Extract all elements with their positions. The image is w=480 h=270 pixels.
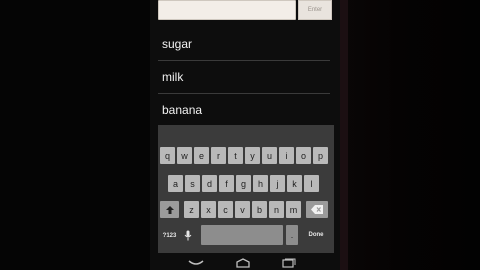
- key-u[interactable]: u: [262, 147, 277, 164]
- home-icon: [236, 257, 250, 268]
- device-bezel-left: [0, 0, 150, 270]
- key-l[interactable]: l: [304, 175, 319, 192]
- key-p[interactable]: p: [313, 147, 328, 164]
- recents-icon: [282, 258, 296, 268]
- list-item[interactable]: banana: [158, 94, 330, 127]
- backspace-key[interactable]: [306, 201, 328, 218]
- backspace-icon: [311, 205, 323, 214]
- mic-key[interactable]: [182, 227, 194, 244]
- back-button[interactable]: [185, 255, 207, 270]
- list-item[interactable]: sugar: [158, 28, 330, 61]
- key-y[interactable]: y: [245, 147, 260, 164]
- soft-keyboard: q w e r t y u i o p a s d f g h j k l z …: [158, 125, 334, 253]
- device-screen-edge: [340, 0, 348, 270]
- key-q[interactable]: q: [160, 147, 175, 164]
- item-input[interactable]: [158, 0, 296, 20]
- key-x[interactable]: x: [201, 201, 216, 218]
- key-o[interactable]: o: [296, 147, 311, 164]
- key-i[interactable]: i: [279, 147, 294, 164]
- period-key[interactable]: .: [286, 225, 298, 245]
- home-button[interactable]: [232, 255, 254, 270]
- key-e[interactable]: e: [194, 147, 209, 164]
- enter-button[interactable]: Enter: [298, 0, 332, 20]
- key-h[interactable]: h: [253, 175, 268, 192]
- key-m[interactable]: m: [286, 201, 301, 218]
- entry-row: Enter: [158, 0, 338, 22]
- space-key[interactable]: [201, 225, 283, 245]
- key-g[interactable]: g: [236, 175, 251, 192]
- microphone-icon: [184, 230, 192, 241]
- key-f[interactable]: f: [219, 175, 234, 192]
- navigation-bar: [150, 255, 340, 270]
- key-j[interactable]: j: [270, 175, 285, 192]
- key-c[interactable]: c: [218, 201, 233, 218]
- shift-key[interactable]: [160, 201, 179, 218]
- key-d[interactable]: d: [202, 175, 217, 192]
- key-k[interactable]: k: [287, 175, 302, 192]
- key-a[interactable]: a: [168, 175, 183, 192]
- key-v[interactable]: v: [235, 201, 250, 218]
- key-r[interactable]: r: [211, 147, 226, 164]
- key-s[interactable]: s: [185, 175, 200, 192]
- key-t[interactable]: t: [228, 147, 243, 164]
- key-z[interactable]: z: [184, 201, 199, 218]
- phone-screen: Enter sugar milk banana q w e r t y u i …: [150, 0, 340, 270]
- recents-button[interactable]: [278, 255, 300, 270]
- symbols-key[interactable]: ?123: [160, 227, 179, 244]
- key-w[interactable]: w: [177, 147, 192, 164]
- shift-icon: [165, 205, 174, 214]
- back-icon: [188, 259, 204, 265]
- list-item[interactable]: milk: [158, 61, 330, 94]
- key-b[interactable]: b: [252, 201, 267, 218]
- key-n[interactable]: n: [269, 201, 284, 218]
- device-bezel-right: [340, 0, 480, 270]
- done-key[interactable]: Done: [302, 225, 330, 245]
